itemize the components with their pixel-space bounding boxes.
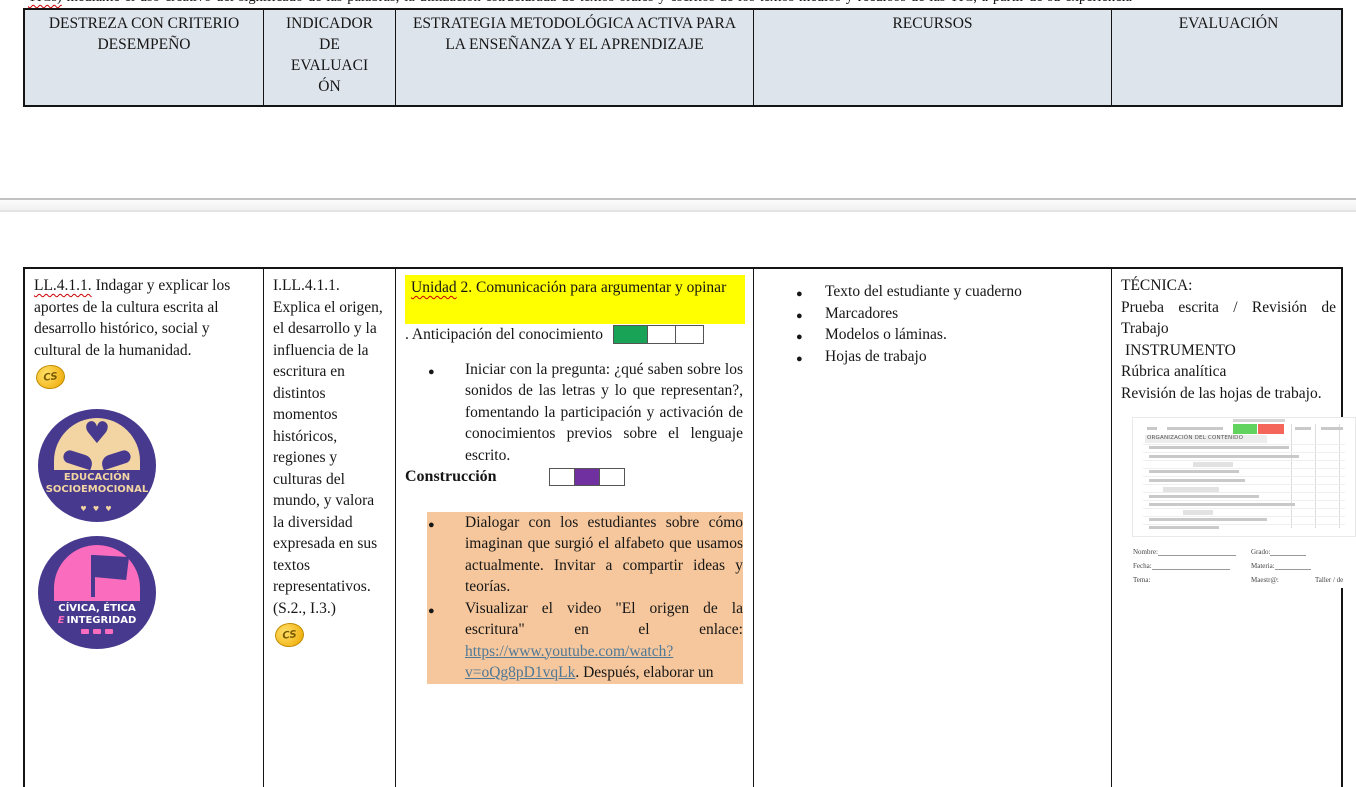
cell-evaluacion: TÉCNICA: Prueba escrita / Revisión de Tr… [1112,269,1345,787]
list-item: Hojas de trabajo [763,346,1102,368]
destreza-text: LL.4.1.1. Indagar y explicar los aportes… [34,275,254,361]
construccion-line: Construcción [405,466,743,488]
list-item: Dialogar con los estudiantes sobre cómo … [427,512,743,598]
plan-content-table: LL.4.1.1. Indagar y explicar los aportes… [23,267,1343,787]
evaluacion-note: Revisión de las hojas de trabajo. [1121,383,1336,405]
list-item: Iniciar con la pregunta: ¿qué saben sobr… [405,359,743,467]
list-item: Modelos o láminas. [763,324,1102,346]
flagpole-icon [91,555,95,597]
cs-badge-label: CS [282,629,297,641]
progress-bar-construccion [549,468,625,486]
badge-e: E [58,615,65,626]
misspelled-word: TICs) [28,0,62,5]
header-cell-destreza: DESTREZA CON CRITERIO DESEMPEÑO [25,10,264,105]
item-text: . Después, elaborar un [575,664,713,681]
flag-icon [94,555,129,580]
recursos-list: Texto del estudiante y cuaderno Marcador… [763,281,1102,367]
anticipacion-label: . Anticipación del conocimiento [405,324,603,346]
cell-destreza: LL.4.1.1. Indagar y explicar los aportes… [25,269,264,787]
rubric-image[interactable]: ORGANIZACIÓN DEL CONTENIDO Nombre: Grado… [1133,418,1355,588]
rubric-red-cell [1258,424,1284,434]
hearts-row-icon: ♥ ♥ ♥ [38,499,156,521]
cs-badge-icon: CS [35,364,66,391]
rubric-green-cell [1233,424,1257,434]
instrumento-label: INSTRUMENTO [1121,340,1336,362]
badge-civica-etica-integridad: CÍVICA, ÉTICA EINTEGRIDAD [38,536,156,649]
progress-bar-anticipacion [613,325,704,344]
badge-title: EDUCACIÓN SOCIOEMOCIONAL [38,472,156,496]
badge-title-line: SOCIOEMOCIONAL [38,484,156,496]
item-text: Dialogar con los estudiantes sobre cómo … [465,514,743,596]
header-cell-evaluacion: EVALUACIÓN [1112,10,1345,105]
badge-title-part: INTEGRIDAD [67,615,137,626]
header-label: RECURSOS [892,15,972,32]
plan-header-table: DESTREZA CON CRITERIO DESEMPEÑO INDICADO… [23,8,1343,107]
rubric-title: ORGANIZACIÓN DEL CONTENIDO [1147,435,1243,441]
header-label: ESTRATEGIA METODOLÓGICA ACTIVA PARA LA E… [413,15,736,53]
badge-title-line: CÍVICA, ÉTICA [38,603,156,615]
form-label: Taller / de [1315,576,1343,584]
form-label: Maestr@: [1251,576,1279,584]
form-label: Grado: [1251,548,1270,556]
badge-arch: ♥ [54,418,140,470]
badge-educacion-socioemocional: ♥ EDUCACIÓN SOCIOEMOCIONAL ♥ ♥ ♥ [38,409,156,522]
rubric-form-fields: Nombre: Grado: Fecha: Materia: Tema: Mae… [1133,544,1355,588]
curriculum-badges: ♥ EDUCACIÓN SOCIOEMOCIONAL ♥ ♥ ♥ CÍVICA,… [34,409,254,649]
header-cell-recursos: RECURSOS [754,10,1112,105]
unit-title-highlight: Unidad 2. Comunicación para argumentar y… [405,275,745,324]
unit-word: Unidad [411,279,457,296]
header-cell-indicador: INDICADOR DE EVALUACIÓN [264,10,396,105]
list-item: Marcadores [763,303,1102,325]
cell-recursos: Texto del estudiante y cuaderno Marcador… [754,269,1112,787]
hand-icon [62,449,95,471]
form-label: Materia: [1251,562,1275,570]
form-label: Fecha: [1133,562,1152,570]
form-label: Tema: [1133,576,1150,584]
hand-icon [100,449,133,471]
list-item: Texto del estudiante y cuaderno [763,281,1102,303]
cs-badge-icon: CS [274,622,305,649]
anticipacion-list: Iniciar con la pregunta: ¿qué saben sobr… [405,359,743,467]
clipped-paragraph: TICs) mediante el uso creativo del signi… [28,0,1132,8]
page-separator [0,198,1356,212]
header-label: EVALUACIÓN [1179,15,1279,32]
badge-title-line: EINTEGRIDAD [38,615,156,627]
dashes-row-icon [38,629,156,634]
construccion-label: Construcción [405,466,497,488]
construccion-list: Dialogar con los estudiantes sobre cómo … [405,512,743,684]
form-label: Nombre: [1133,548,1158,556]
rubric-mini-table: ORGANIZACIÓN DEL CONTENIDO [1133,418,1355,536]
clipped-paragraph-text: mediante el uso creativo del significado… [28,0,1132,8]
cell-indicador: I.LL.4.1.1. Explica el origen, el desarr… [264,269,396,787]
destreza-code: LL.4.1.1. [34,277,92,294]
instrumento-value: Rúbrica analítica [1121,361,1336,383]
item-text: Visualizar el video "El origen de la esc… [465,600,743,639]
badge-arch [54,545,140,601]
header-label: INDICADOR DE EVALUACIÓN [286,13,374,97]
list-item: Visualizar el video "El origen de la esc… [427,598,743,684]
tecnica-label: TÉCNICA: [1121,275,1336,297]
badge-title-line: EDUCACIÓN [38,472,156,484]
unit-title-rest: 2. Comunicación para argumentar y opinar [457,279,727,296]
indicador-text: I.LL.4.1.1. Explica el origen, el desarr… [273,275,386,619]
heart-icon: ♥ [84,418,111,450]
cs-badge-label: CS [43,371,58,383]
header-label: DESTREZA CON CRITERIO DESEMPEÑO [49,15,239,53]
header-cell-estrategia: ESTRATEGIA METODOLÓGICA ACTIVA PARA LA E… [396,10,754,105]
tecnica-value: Prueba escrita / Revisión de Trabajo [1121,297,1336,340]
badge-title: CÍVICA, ÉTICA EINTEGRIDAD [38,603,156,627]
anticipacion-line: . Anticipación del conocimiento [405,324,743,346]
cell-estrategia: Unidad 2. Comunicación para argumentar y… [396,269,754,787]
